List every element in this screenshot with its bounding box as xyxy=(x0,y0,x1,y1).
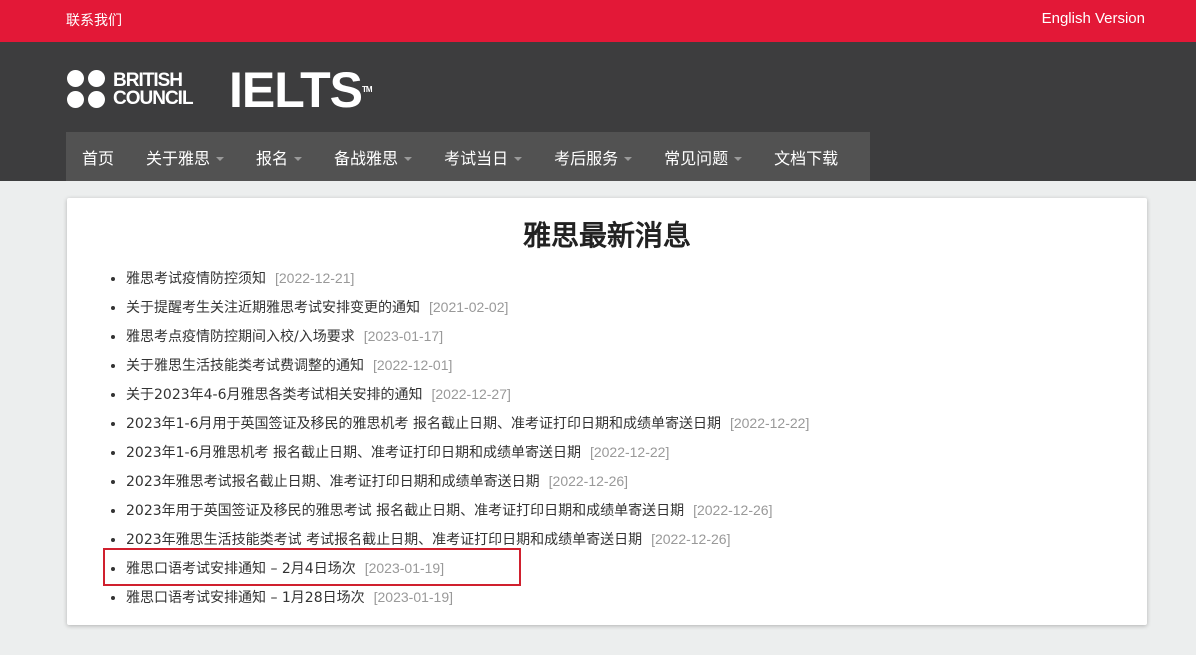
list-item: 2023年用于英国签证及移民的雅思考试 报名截止日期、准考证打印日期和成绩单寄送… xyxy=(126,496,809,525)
news-card: 雅思最新消息 雅思考试疫情防控须知 [2022-12-21] 关于提醒考生关注近期… xyxy=(67,198,1147,625)
list-item: 2023年1-6月雅思机考 报名截止日期、准考证打印日期和成绩单寄送日期 [202… xyxy=(126,438,809,467)
news-link[interactable]: 雅思考点疫情防控期间入校/入场要求 xyxy=(126,329,355,345)
english-version-link[interactable]: English Version xyxy=(1042,10,1145,27)
nav-item-prepare[interactable]: 备战雅思 xyxy=(318,145,413,169)
highlight-annotation-box xyxy=(103,548,521,586)
nav-item-register[interactable]: 报名 xyxy=(240,145,303,169)
news-date: [2022-12-21] xyxy=(275,270,355,286)
news-date: [2022-12-26] xyxy=(548,473,629,489)
nav-item-home[interactable]: 首页 xyxy=(66,145,114,169)
news-date: [2021-02-02] xyxy=(429,299,509,315)
news-date: [2022-12-22] xyxy=(729,415,810,431)
news-link[interactable]: 2023年用于英国签证及移民的雅思考试 报名截止日期、准考证打印日期和成绩单寄送… xyxy=(126,503,684,519)
logo[interactable]: BRITISH COUNCIL IELTSTM xyxy=(67,62,372,118)
main-nav: 首页 关于雅思 报名 备战雅思 考试当日 考后服务 常见问题 文档下载 xyxy=(66,132,871,181)
news-date: [2022-12-26] xyxy=(693,502,773,518)
caret-down-icon xyxy=(216,156,225,161)
news-date: [2022-12-22] xyxy=(589,444,670,460)
list-item: 2023年1-6月用于英国签证及移民的雅思机考 报名截止日期、准考证打印日期和成… xyxy=(126,409,809,438)
header: BRITISH COUNCIL IELTSTM 首页 关于雅思 报名 备战雅思 … xyxy=(0,42,1196,181)
nav-item-faq[interactable]: 常见问题 xyxy=(648,145,743,169)
nav-item-after-test[interactable]: 考后服务 xyxy=(538,145,633,169)
news-link[interactable]: 2023年雅思考试报名截止日期、准考证打印日期和成绩单寄送日期 xyxy=(126,474,540,490)
british-council-wordmark: BRITISH COUNCIL xyxy=(113,70,194,109)
news-link[interactable]: 2023年1-6月用于英国签证及移民的雅思机考 报名截止日期、准考证打印日期和成… xyxy=(126,416,721,432)
nav-item-test-day[interactable]: 考试当日 xyxy=(428,145,523,169)
news-date: [2022-12-01] xyxy=(373,357,453,373)
news-link[interactable]: 雅思口语考试安排通知 – 1月28日场次 xyxy=(126,590,365,606)
news-date: [2022-12-27] xyxy=(431,386,511,402)
page-title: 雅思最新消息 xyxy=(522,219,691,252)
list-item: 雅思考试疫情防控须知 [2022-12-21] xyxy=(126,264,809,293)
nav-item-about[interactable]: 关于雅思 xyxy=(130,145,225,169)
news-link[interactable]: 2023年1-6月雅思机考 报名截止日期、准考证打印日期和成绩单寄送日期 xyxy=(126,445,581,461)
british-council-dots-icon xyxy=(67,70,107,110)
news-link[interactable]: 2023年雅思生活技能类考试 考试报名截止日期、准考证打印日期和成绩单寄送日期 xyxy=(126,532,642,548)
news-link[interactable]: 关于雅思生活技能类考试费调整的通知 xyxy=(126,358,364,374)
caret-down-icon xyxy=(734,156,743,161)
caret-down-icon xyxy=(404,156,413,161)
caret-down-icon xyxy=(294,156,303,161)
list-item: 雅思口语考试安排通知 – 1月28日场次 [2023-01-19] xyxy=(126,583,809,612)
list-item: 关于提醒考生关注近期雅思考试安排变更的通知 [2021-02-02] xyxy=(126,293,809,322)
top-bar: 联系我们 English Version xyxy=(0,0,1196,42)
news-link[interactable]: 雅思考试疫情防控须知 xyxy=(126,271,266,287)
list-item: 关于雅思生活技能类考试费调整的通知 [2022-12-01] xyxy=(126,351,809,380)
news-link[interactable]: 关于提醒考生关注近期雅思考试安排变更的通知 xyxy=(126,300,420,316)
caret-down-icon xyxy=(624,156,633,161)
list-item: 关于2023年4-6月雅思各类考试相关安排的通知 [2022-12-27] xyxy=(126,380,809,409)
nav-item-downloads[interactable]: 文档下载 xyxy=(758,145,838,169)
news-date: [2022-12-26] xyxy=(651,531,731,547)
news-date: [2023-01-17] xyxy=(363,328,444,344)
list-item: 2023年雅思考试报名截止日期、准考证打印日期和成绩单寄送日期 [2022-12-… xyxy=(126,467,809,496)
contact-us-link[interactable]: 联系我们 xyxy=(66,10,122,30)
news-date: [2023-01-19] xyxy=(373,589,454,605)
caret-down-icon xyxy=(514,156,523,161)
list-item: 雅思考点疫情防控期间入校/入场要求 [2023-01-17] xyxy=(126,322,809,351)
ielts-wordmark: IELTSTM xyxy=(229,62,372,118)
news-link[interactable]: 关于2023年4-6月雅思各类考试相关安排的通知 xyxy=(126,387,423,403)
